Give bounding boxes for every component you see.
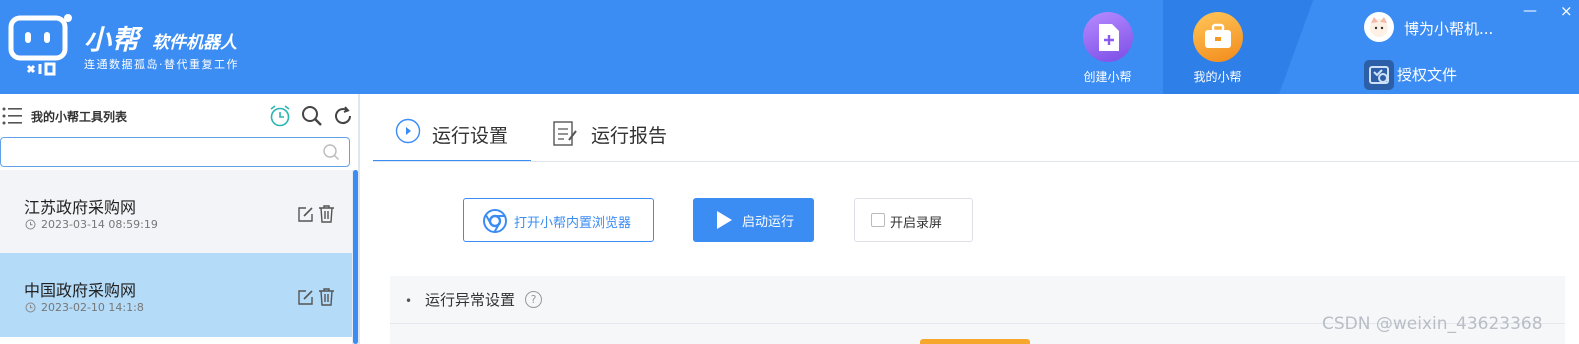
report-icon bbox=[553, 121, 577, 146]
edit-icon[interactable] bbox=[297, 206, 314, 223]
tool-list-item[interactable]: 江苏政府采购网 2023-03-14 08:59:19 bbox=[0, 170, 352, 254]
sidebar-title: 我的小帮工具列表 bbox=[31, 110, 128, 124]
tabs-divider bbox=[373, 161, 1579, 162]
open-browser-label: 打开小帮内置浏览器 bbox=[514, 216, 632, 231]
refresh-icon[interactable] bbox=[331, 104, 355, 128]
section-bullet: • bbox=[405, 294, 413, 308]
briefcase-icon bbox=[1205, 23, 1231, 48]
avatar-cat-icon bbox=[1370, 17, 1388, 37]
my-helpers-label: 我的小帮 bbox=[1193, 70, 1242, 84]
tab-run-report-label: 运行报告 bbox=[591, 125, 668, 147]
tool-search-field[interactable] bbox=[0, 137, 350, 167]
help-icon[interactable]: ? bbox=[525, 291, 542, 308]
tool-search-input[interactable] bbox=[7, 138, 307, 164]
browser-icon bbox=[483, 209, 507, 233]
exception-settings-title[interactable]: 运行异常设置 bbox=[425, 289, 515, 310]
brand-title: 小帮 bbox=[84, 25, 140, 56]
play-icon bbox=[717, 211, 732, 229]
add-document-icon bbox=[1099, 24, 1119, 51]
list-menu-icon[interactable] bbox=[2, 106, 24, 126]
search-icon[interactable] bbox=[300, 104, 324, 128]
brand-slogan: 连通数据孤岛·替代重复工作 bbox=[84, 58, 239, 71]
tab-run-settings-label: 运行设置 bbox=[432, 125, 509, 147]
orange-button-edge[interactable] bbox=[920, 339, 1030, 344]
alarm-clock-icon[interactable] bbox=[268, 104, 292, 128]
tab-run-settings[interactable]: 运行设置 bbox=[373, 104, 531, 162]
record-screen-label: 开启录屏 bbox=[890, 216, 943, 231]
my-helpers-button[interactable]: 我的小帮 bbox=[1163, 0, 1272, 94]
trash-icon[interactable] bbox=[318, 204, 335, 223]
play-circle-icon bbox=[395, 118, 421, 144]
user-name[interactable]: 博为小帮机... bbox=[1404, 18, 1493, 39]
tool-time: 2023-02-10 14:1:8 bbox=[41, 301, 144, 314]
start-run-button[interactable]: 启动运行 bbox=[693, 198, 814, 242]
clock-icon bbox=[25, 219, 36, 230]
csdn-watermark: CSDN @weixin_43623368 bbox=[1322, 314, 1543, 334]
brand-subtitle: 软件机器人 bbox=[152, 33, 237, 53]
tool-list-item[interactable]: 中国政府采购网 2023-02-10 14:1:8 bbox=[0, 253, 352, 337]
edit-icon[interactable] bbox=[297, 289, 314, 306]
tab-run-report[interactable]: 运行报告 bbox=[540, 104, 698, 162]
certificate-icon bbox=[1369, 66, 1389, 84]
create-helper-label: 创建小帮 bbox=[1083, 70, 1132, 84]
create-helper-button[interactable]: 创建小帮 bbox=[1053, 0, 1162, 94]
create-circle bbox=[1083, 12, 1133, 62]
user-avatar[interactable] bbox=[1364, 12, 1394, 42]
open-browser-button[interactable]: 打开小帮内置浏览器 bbox=[463, 198, 654, 242]
tool-name: 江苏政府采购网 bbox=[24, 198, 137, 217]
close-button[interactable]: × bbox=[1560, 4, 1574, 19]
sidebar-scrollbar-thumb[interactable] bbox=[353, 170, 358, 344]
search-field-icon bbox=[323, 144, 339, 160]
record-screen-toggle[interactable]: 开启录屏 bbox=[854, 198, 973, 242]
tool-time: 2023-03-14 08:59:19 bbox=[41, 218, 158, 231]
start-run-label: 启动运行 bbox=[742, 215, 795, 230]
record-checkbox[interactable] bbox=[871, 213, 885, 227]
app-window: 小帮 软件机器人 连通数据孤岛·替代重复工作 创建小帮 我的小帮 博为小帮机..… bbox=[0, 0, 1579, 344]
trash-icon[interactable] bbox=[318, 287, 335, 306]
clock-icon bbox=[25, 302, 36, 313]
license-icon[interactable] bbox=[1364, 60, 1394, 90]
minimize-button[interactable]: — bbox=[1523, 4, 1537, 20]
robot-logo-icon bbox=[8, 14, 72, 76]
tool-name: 中国政府采购网 bbox=[24, 281, 137, 300]
license-file-link[interactable]: 授权文件 bbox=[1397, 64, 1457, 85]
mine-circle bbox=[1193, 12, 1243, 62]
